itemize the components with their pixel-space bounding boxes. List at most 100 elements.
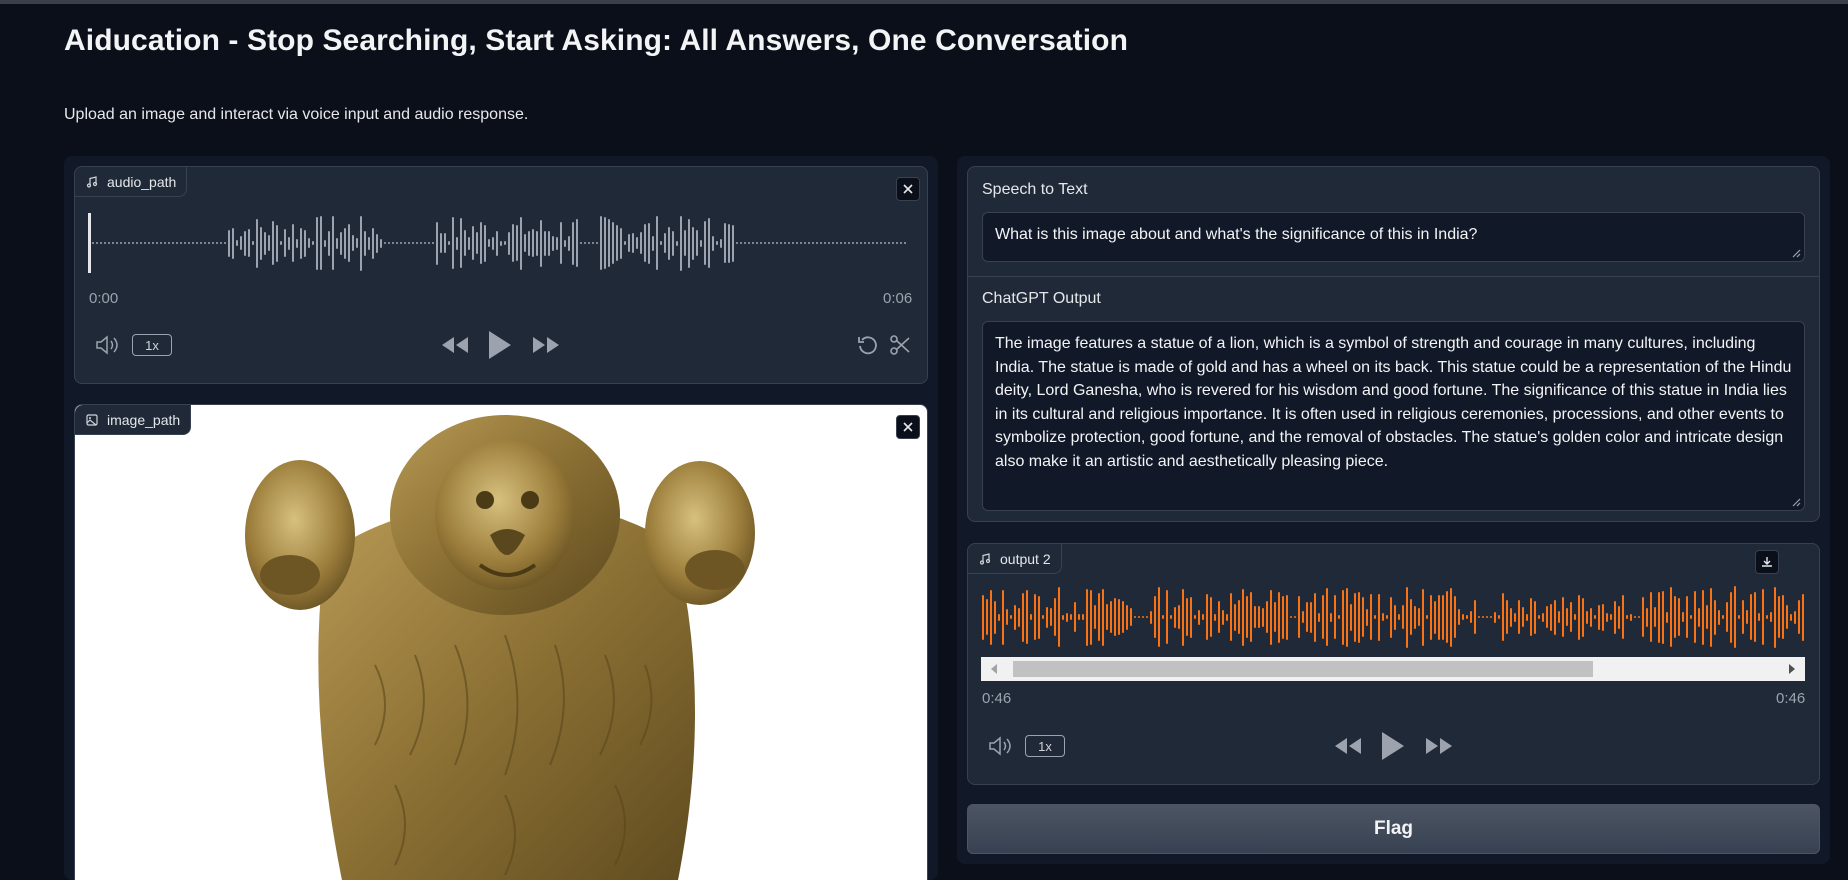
waveform-bar [696,230,698,256]
waveform-bar [376,233,378,253]
waveform-bar [1662,590,1664,644]
waveform-bar [1482,616,1484,618]
trim-button[interactable] [887,332,913,358]
waveform-bar [1666,611,1668,623]
resize-handle-icon[interactable] [1791,248,1801,258]
waveform-bar [664,233,666,253]
waveform-bar [840,242,842,244]
scroll-left-arrow-icon[interactable] [989,663,999,675]
resize-handle-icon[interactable] [1791,497,1801,507]
waveform-bar [552,235,554,251]
waveform-bar [1534,600,1536,634]
waveform-bar [1530,598,1532,636]
waveform-bar [708,218,710,268]
waveform-bar [856,242,858,244]
waveform-bar [1378,593,1380,641]
clear-audio-button[interactable] [896,177,920,201]
download-audio-button[interactable] [1755,550,1779,574]
waveform-bar [1150,610,1152,624]
waveform-bar [668,226,670,260]
waveform-bar [808,242,810,244]
waveform-bar [1430,594,1432,640]
speech-to-text-field[interactable]: What is this image about and what's the … [982,212,1805,262]
volume-button[interactable] [94,332,122,358]
rewind-button[interactable] [439,332,471,358]
reset-button[interactable] [855,332,881,358]
lion-statue-image [245,415,755,880]
waveform-bar [724,223,726,263]
output-play-button[interactable] [1377,727,1409,765]
waveform-bar [264,231,266,255]
playback-rate-button[interactable]: 1x [132,334,172,356]
waveform-bar [1234,603,1236,631]
output-fast-forward-button[interactable] [1423,733,1455,759]
play-button[interactable] [484,326,516,364]
waveform-bar [1434,600,1436,634]
waveform-bar [660,241,662,245]
waveform-bar [1702,589,1704,645]
waveform-bar [456,236,458,250]
waveform-bar [712,235,714,251]
playhead-cursor[interactable] [88,213,91,273]
audio-output-current-time: 0:46 [982,690,1012,707]
waveform-bar [192,242,194,244]
waveform-bar [300,227,302,259]
waveform-bar [348,224,350,262]
waveform-bar [1170,615,1172,619]
waveform-bar [656,216,658,270]
waveform-bar [1794,610,1796,624]
waveform-bar [644,224,646,262]
waveform-bar [680,215,682,271]
waveform-bar [184,242,186,244]
waveform-bar [1422,588,1424,646]
waveform-bar [1382,613,1384,621]
audio-output-waveform[interactable] [982,584,1806,650]
waveform-bar [152,242,154,244]
output-rewind-button[interactable] [1332,733,1364,759]
play-icon [1382,732,1404,760]
volume-icon [96,335,118,355]
waveform-bar [420,242,422,244]
waveform-bar [876,242,878,244]
waveform-bar [1298,596,1300,638]
waveform-bar [986,599,988,635]
waveform-bar [1566,608,1568,626]
waveform-bar [1706,605,1708,629]
scroll-right-arrow-icon[interactable] [1787,663,1797,675]
waveform-bar [468,236,470,250]
output-volume-button[interactable] [987,733,1015,759]
waveform-bar [620,227,622,259]
waveform-bar [1346,587,1348,647]
fast-forward-button[interactable] [530,332,562,358]
waveform-bar [1746,610,1748,624]
waveform-bar [1478,616,1480,618]
waveform-bar [1226,613,1228,621]
waveform-bar [764,242,766,244]
output-playback-rate-button[interactable]: 1x [1025,735,1065,757]
flag-button[interactable]: Flag [967,804,1820,854]
waveform-scrollbar[interactable] [981,657,1805,681]
waveform-bar [132,242,134,244]
audio-input-waveform[interactable] [88,213,908,273]
waveform-bar [1250,592,1252,642]
waveform-bar [396,242,398,244]
waveform-bar [1386,615,1388,619]
scrollbar-thumb[interactable] [1012,661,1593,677]
waveform-bar [1142,616,1144,618]
audio-output-label: output 2 [968,544,1062,574]
image-input-label: image_path [75,405,192,435]
waveform-bar [1338,615,1340,619]
waveform-bar [436,221,438,265]
waveform-bar [1450,587,1452,647]
clear-image-button[interactable] [896,415,920,439]
waveform-bar [1802,593,1804,641]
image-input-block[interactable]: image_path [74,404,928,880]
waveform-bar [1134,616,1136,618]
waveform-bar [1054,598,1056,636]
waveform-bar [1154,596,1156,638]
waveform-bar [416,242,418,244]
waveform-bar [572,221,574,265]
chatgpt-output-field[interactable]: The image features a statue of a lion, w… [982,321,1805,511]
waveform-bar [672,230,674,256]
waveform-bar [208,242,210,244]
